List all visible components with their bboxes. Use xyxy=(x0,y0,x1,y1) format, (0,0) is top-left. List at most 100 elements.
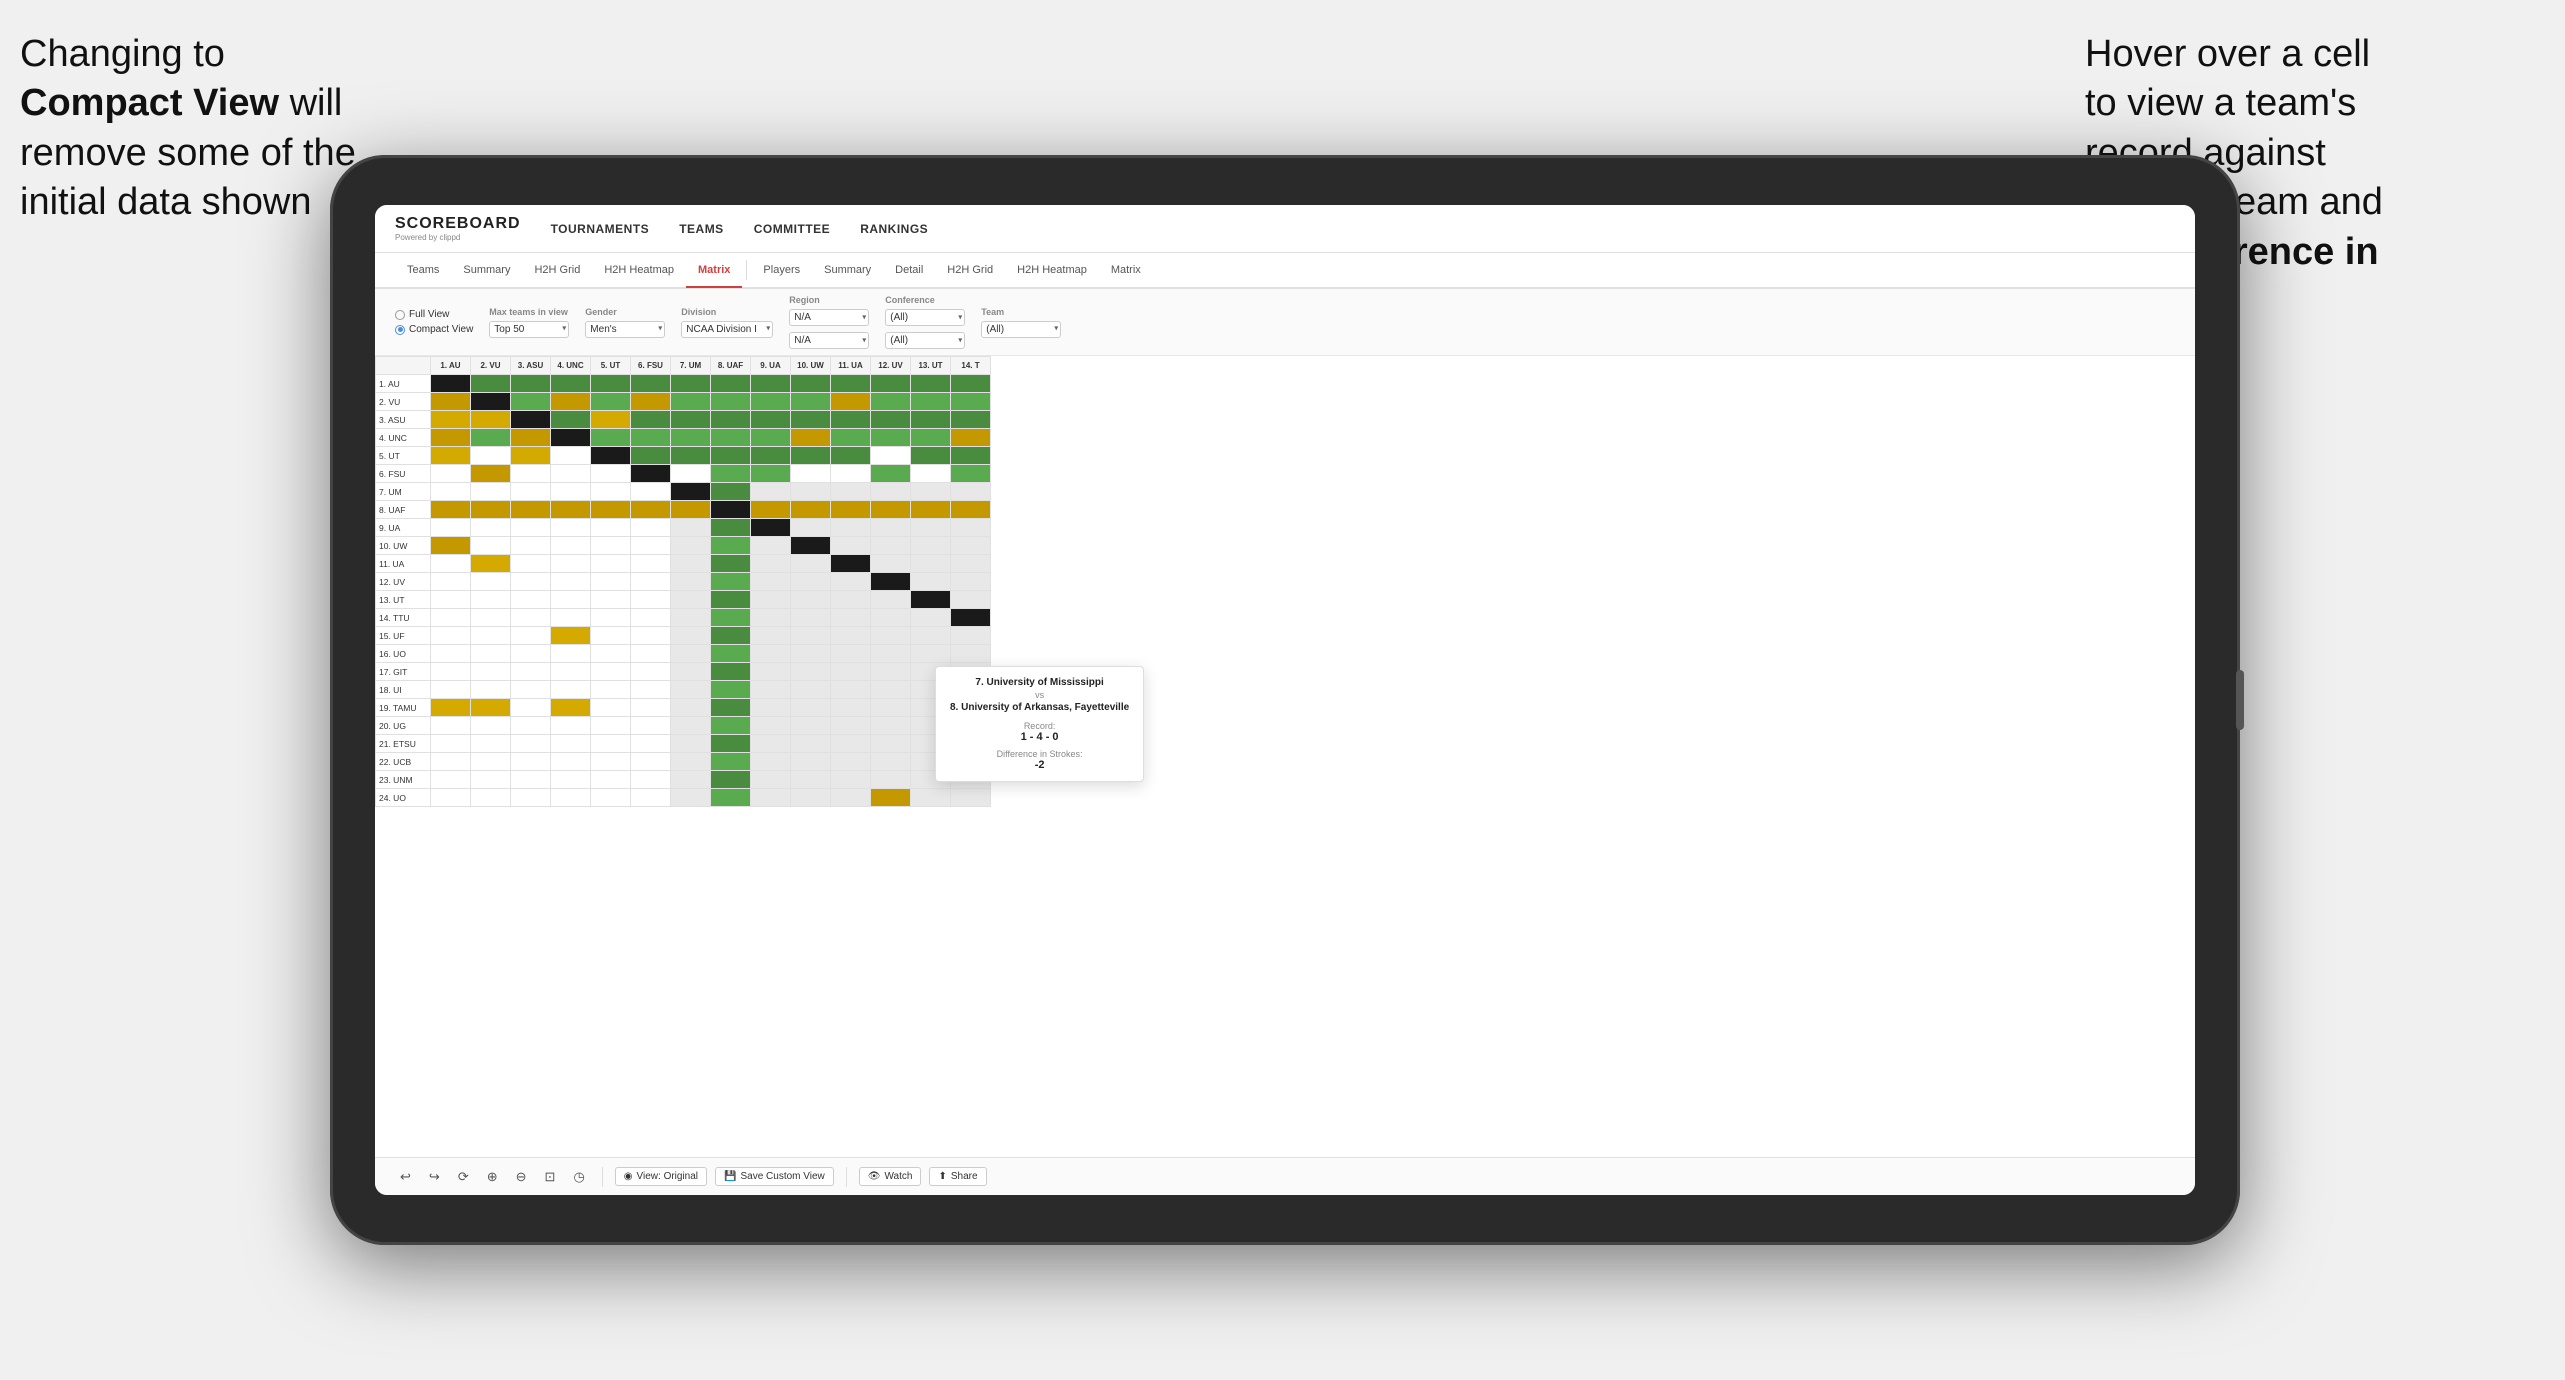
matrix-cell[interactable] xyxy=(511,717,551,735)
matrix-cell[interactable] xyxy=(951,609,991,627)
matrix-cell[interactable] xyxy=(591,429,631,447)
matrix-cell[interactable] xyxy=(871,753,911,771)
matrix-cell[interactable] xyxy=(791,789,831,807)
matrix-cell[interactable] xyxy=(911,609,951,627)
matrix-cell[interactable] xyxy=(871,483,911,501)
matrix-cell[interactable] xyxy=(551,609,591,627)
matrix-cell[interactable] xyxy=(551,393,591,411)
matrix-cell[interactable] xyxy=(511,519,551,537)
matrix-cell[interactable] xyxy=(911,501,951,519)
matrix-cell[interactable] xyxy=(431,591,471,609)
matrix-cell[interactable] xyxy=(951,483,991,501)
matrix-cell[interactable] xyxy=(951,789,991,807)
matrix-cell[interactable] xyxy=(551,555,591,573)
matrix-cell[interactable] xyxy=(511,465,551,483)
matrix-cell[interactable] xyxy=(791,609,831,627)
matrix-cell[interactable] xyxy=(831,645,871,663)
matrix-cell[interactable] xyxy=(791,465,831,483)
toolbar-refresh[interactable]: ⟳ xyxy=(453,1166,474,1188)
matrix-cell[interactable] xyxy=(551,663,591,681)
matrix-cell[interactable] xyxy=(631,429,671,447)
matrix-cell[interactable] xyxy=(671,537,711,555)
matrix-cell[interactable] xyxy=(951,501,991,519)
matrix-cell[interactable] xyxy=(831,393,871,411)
save-custom-button[interactable]: 💾 Save Custom View xyxy=(715,1167,834,1186)
matrix-cell[interactable] xyxy=(631,609,671,627)
matrix-cell[interactable] xyxy=(751,501,791,519)
matrix-cell[interactable] xyxy=(871,555,911,573)
matrix-cell[interactable] xyxy=(471,735,511,753)
matrix-cell[interactable] xyxy=(911,393,951,411)
matrix-cell[interactable] xyxy=(631,573,671,591)
matrix-cell[interactable] xyxy=(751,717,791,735)
matrix-cell[interactable] xyxy=(591,537,631,555)
matrix-cell[interactable] xyxy=(631,771,671,789)
matrix-cell[interactable] xyxy=(711,555,751,573)
matrix-cell[interactable] xyxy=(791,699,831,717)
matrix-cell[interactable] xyxy=(831,789,871,807)
matrix-cell[interactable] xyxy=(871,429,911,447)
matrix-cell[interactable] xyxy=(551,735,591,753)
matrix-cell[interactable] xyxy=(591,465,631,483)
matrix-cell[interactable] xyxy=(911,429,951,447)
matrix-cell[interactable] xyxy=(551,375,591,393)
toolbar-zoom-out[interactable]: ⊖ xyxy=(511,1166,532,1188)
matrix-cell[interactable] xyxy=(751,447,791,465)
matrix-cell[interactable] xyxy=(791,717,831,735)
matrix-cell[interactable] xyxy=(631,591,671,609)
matrix-cell[interactable] xyxy=(631,501,671,519)
matrix-cell[interactable] xyxy=(951,447,991,465)
matrix-cell[interactable] xyxy=(471,447,511,465)
tab-teams[interactable]: Teams xyxy=(395,254,451,288)
matrix-cell[interactable] xyxy=(711,699,751,717)
matrix-cell[interactable] xyxy=(751,609,791,627)
matrix-cell[interactable] xyxy=(951,591,991,609)
matrix-cell[interactable] xyxy=(431,555,471,573)
matrix-cell[interactable] xyxy=(951,393,991,411)
matrix-cell[interactable] xyxy=(751,483,791,501)
matrix-cell[interactable] xyxy=(951,537,991,555)
matrix-cell[interactable] xyxy=(631,411,671,429)
team-select[interactable]: (All) xyxy=(981,321,1061,338)
matrix-cell[interactable] xyxy=(751,699,791,717)
matrix-cell[interactable] xyxy=(551,717,591,735)
matrix-cell[interactable] xyxy=(791,663,831,681)
matrix-cell[interactable] xyxy=(631,681,671,699)
matrix-cell[interactable] xyxy=(671,447,711,465)
matrix-cell[interactable] xyxy=(791,447,831,465)
matrix-cell[interactable] xyxy=(911,411,951,429)
matrix-cell[interactable] xyxy=(871,537,911,555)
matrix-cell[interactable] xyxy=(671,681,711,699)
matrix-cell[interactable] xyxy=(911,483,951,501)
matrix-cell[interactable] xyxy=(511,699,551,717)
matrix-cell[interactable] xyxy=(631,789,671,807)
matrix-cell[interactable] xyxy=(671,591,711,609)
matrix-cell[interactable] xyxy=(871,789,911,807)
matrix-cell[interactable] xyxy=(951,411,991,429)
matrix-cell[interactable] xyxy=(431,609,471,627)
tab-h2h-heatmap-l[interactable]: H2H Heatmap xyxy=(592,254,686,288)
matrix-cell[interactable] xyxy=(871,717,911,735)
matrix-cell[interactable] xyxy=(751,663,791,681)
matrix-cell[interactable] xyxy=(831,519,871,537)
matrix-cell[interactable] xyxy=(551,699,591,717)
matrix-cell[interactable] xyxy=(471,771,511,789)
conference-select2[interactable]: (All) xyxy=(885,332,965,349)
matrix-cell[interactable] xyxy=(831,717,871,735)
matrix-cell[interactable] xyxy=(631,717,671,735)
matrix-cell[interactable] xyxy=(471,627,511,645)
matrix-cell[interactable] xyxy=(711,663,751,681)
matrix-cell[interactable] xyxy=(751,627,791,645)
matrix-cell[interactable] xyxy=(671,465,711,483)
matrix-cell[interactable] xyxy=(711,501,751,519)
matrix-cell[interactable] xyxy=(951,465,991,483)
matrix-cell[interactable] xyxy=(631,483,671,501)
matrix-cell[interactable] xyxy=(671,483,711,501)
matrix-cell[interactable] xyxy=(511,429,551,447)
matrix-cell[interactable] xyxy=(631,465,671,483)
matrix-cell[interactable] xyxy=(631,537,671,555)
matrix-cell[interactable] xyxy=(511,393,551,411)
matrix-cell[interactable] xyxy=(551,789,591,807)
matrix-cell[interactable] xyxy=(671,735,711,753)
matrix-cell[interactable] xyxy=(551,681,591,699)
